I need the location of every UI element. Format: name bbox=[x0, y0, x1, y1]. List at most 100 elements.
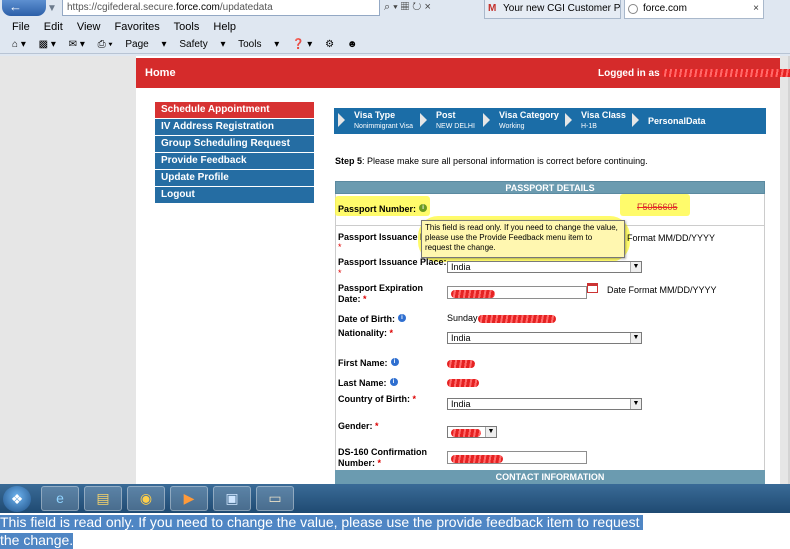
last-name-value bbox=[447, 377, 479, 387]
sidebar-nav: Schedule Appointment IV Address Registra… bbox=[155, 102, 314, 204]
label-text: Passport Expiration bbox=[338, 283, 424, 293]
folder-icon[interactable]: ▤ bbox=[84, 486, 122, 511]
dropdown-icon[interactable]: ▾ bbox=[393, 1, 401, 13]
menu-file[interactable]: File bbox=[12, 21, 30, 33]
home-icon[interactable]: ⌂ ▾ bbox=[12, 39, 26, 50]
label-text: Last Name: bbox=[338, 378, 387, 388]
browser-tab-force[interactable]: force.com × bbox=[624, 0, 764, 19]
window-icon[interactable]: ▭ bbox=[256, 486, 294, 511]
breadcrumb-title: Post bbox=[436, 110, 456, 120]
label-text: Passport Number: bbox=[338, 204, 417, 214]
nationality-select[interactable]: India ▼ bbox=[447, 332, 642, 344]
breadcrumb-title: Visa Type bbox=[354, 110, 396, 120]
expiration-date-input[interactable] bbox=[447, 286, 587, 299]
site-header: Home Logged in as bbox=[136, 58, 790, 88]
ds160-input[interactable] bbox=[447, 451, 587, 464]
nav-logout[interactable]: Logout bbox=[155, 187, 314, 203]
refresh-icon[interactable]: ↻ bbox=[412, 1, 424, 13]
messenger-icon[interactable]: ☻ bbox=[347, 39, 358, 50]
expiration-date-label: Passport Expiration Date: * bbox=[338, 283, 423, 305]
menu-help[interactable]: Help bbox=[213, 21, 236, 33]
forward-button[interactable]: ▼ bbox=[47, 3, 61, 15]
redacted-value bbox=[447, 359, 475, 368]
required-marker: * bbox=[363, 294, 367, 304]
label-text: DS-160 Confirmation bbox=[338, 447, 428, 457]
back-button[interactable]: ← bbox=[2, 0, 46, 16]
menu-edit[interactable]: Edit bbox=[44, 21, 63, 33]
remote-desktop-icon[interactable]: ▣ bbox=[213, 486, 251, 511]
info-icon[interactable]: i bbox=[419, 204, 428, 212]
issuance-place-label: Passport Issuance Place: bbox=[338, 257, 447, 267]
breadcrumb-sub: NEW DELHI bbox=[436, 123, 475, 130]
step-instruction: Step 5: Please make sure all personal in… bbox=[335, 156, 648, 166]
ds160-label: DS-160 Confirmation Number: * bbox=[338, 447, 427, 469]
search-icon[interactable]: ⌕ bbox=[384, 1, 393, 13]
info-icon[interactable]: i bbox=[398, 314, 406, 322]
breadcrumb-visa-class: Visa Class H-1B bbox=[581, 110, 626, 132]
redacted-value bbox=[451, 290, 495, 299]
tools-menu-label: Tools bbox=[238, 39, 262, 50]
label-text: Date: bbox=[338, 294, 361, 304]
close-tab-icon[interactable]: × bbox=[753, 0, 759, 18]
select-value: India bbox=[451, 333, 471, 343]
nav-iv-address-registration[interactable]: IV Address Registration bbox=[155, 119, 314, 135]
chrome-icon[interactable]: ◉ bbox=[127, 486, 165, 511]
address-bar[interactable]: https://cgifederal.secure.force.com/upda… bbox=[62, 0, 380, 16]
nav-group-scheduling-request[interactable]: Group Scheduling Request bbox=[155, 136, 314, 152]
country-of-birth-select[interactable]: India ▼ bbox=[447, 398, 642, 410]
gender-label: Gender: * bbox=[338, 421, 379, 432]
label-text: Country of Birth: bbox=[338, 394, 410, 404]
compatibility-icon[interactable]: ▦ bbox=[401, 1, 412, 13]
calendar-icon[interactable] bbox=[587, 283, 598, 293]
redacted-value bbox=[477, 314, 556, 323]
gender-select[interactable]: ▼ bbox=[447, 426, 497, 438]
page-right-margin bbox=[780, 56, 788, 484]
page-menu-label: Page bbox=[125, 39, 149, 50]
arrow-icon bbox=[483, 113, 490, 127]
addon-icon[interactable]: ⚙ bbox=[325, 39, 334, 50]
select-value: India bbox=[451, 262, 471, 272]
page-left-margin bbox=[0, 56, 136, 484]
chevron-down-icon: ▼ bbox=[485, 427, 496, 437]
loading-icon bbox=[628, 4, 638, 14]
issuance-date-hint: Format MM/DD/YYYY bbox=[627, 233, 716, 243]
tab-label: Your new CGI Customer Portal... bbox=[503, 3, 621, 14]
page-menu[interactable]: Page ▾ bbox=[125, 39, 166, 50]
label-text: Gender: bbox=[338, 421, 373, 431]
print-icon[interactable]: ⎙ ▾ bbox=[98, 39, 113, 50]
menu-tools[interactable]: Tools bbox=[174, 21, 200, 33]
menu-view[interactable]: View bbox=[77, 21, 101, 33]
redacted-value bbox=[451, 455, 503, 464]
breadcrumb-visa-type: Visa Type Nonimmigrant Visa bbox=[354, 110, 413, 132]
info-icon[interactable]: i bbox=[389, 378, 398, 386]
tools-menu[interactable]: Tools ▾ bbox=[238, 39, 279, 50]
media-player-icon[interactable]: ▶ bbox=[170, 486, 208, 511]
issuance-place-select[interactable]: India ▼ bbox=[447, 261, 642, 273]
safety-menu[interactable]: Safety ▾ bbox=[179, 39, 225, 50]
internet-explorer-icon[interactable]: e bbox=[41, 486, 79, 511]
url-domain: force.com bbox=[175, 2, 220, 13]
logged-in-label: Logged in as bbox=[598, 68, 660, 79]
close-icon[interactable]: × bbox=[424, 1, 433, 13]
address-bar-icons[interactable]: ⌕▾▦↻× bbox=[384, 0, 480, 16]
feeds-icon[interactable]: ▩ ▾ bbox=[39, 39, 56, 50]
passport-details-header: PASSPORT DETAILS bbox=[335, 181, 765, 194]
required-marker: * bbox=[338, 242, 342, 252]
info-icon[interactable]: i bbox=[390, 358, 399, 366]
caption-line-2: the change. bbox=[0, 533, 74, 549]
nav-update-profile[interactable]: Update Profile bbox=[155, 170, 314, 186]
browser-tab-portal[interactable]: M Your new CGI Customer Portal... bbox=[484, 0, 621, 19]
home-link[interactable]: Home bbox=[145, 67, 176, 79]
required-marker: * bbox=[338, 268, 342, 278]
mail-icon[interactable]: ✉ ▾ bbox=[69, 39, 85, 50]
chevron-down-icon: ▼ bbox=[630, 399, 641, 409]
menu-favorites[interactable]: Favorites bbox=[115, 21, 160, 33]
first-name-value bbox=[447, 358, 475, 368]
nav-schedule-appointment[interactable]: Schedule Appointment bbox=[155, 102, 314, 118]
passport-number-value: F5056605 bbox=[637, 202, 678, 212]
start-button[interactable]: ❖ bbox=[3, 486, 31, 512]
nationality-label: Nationality: * bbox=[338, 328, 393, 339]
nav-provide-feedback[interactable]: Provide Feedback bbox=[155, 153, 314, 169]
url-path: /updatedata bbox=[219, 2, 273, 13]
help-icon[interactable]: ❓ ▾ bbox=[292, 39, 312, 50]
